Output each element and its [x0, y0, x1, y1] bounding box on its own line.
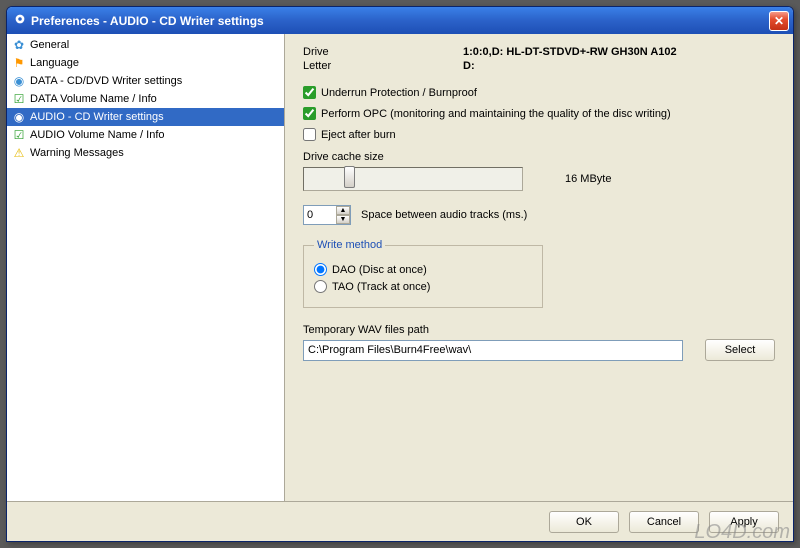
ok-button[interactable]: OK [549, 511, 619, 533]
settings-panel: Drive 1:0:0,D: HL-DT-STDVD+-RW GH30N A10… [285, 34, 793, 501]
spacing-label: Space between audio tracks (ms.) [361, 209, 527, 221]
spacing-input[interactable] [304, 206, 336, 224]
wav-path-input[interactable] [303, 340, 683, 361]
drive-value: 1:0:0,D: HL-DT-STDVD+-RW GH30N A102 [463, 46, 677, 58]
sidebar-item-label: AUDIO - CD Writer settings [30, 111, 164, 123]
check-icon: ☑ [11, 91, 27, 107]
underrun-row: Underrun Protection / Burnproof [303, 86, 775, 99]
sidebar-item-label: DATA Volume Name / Info [30, 93, 157, 105]
wav-path-label: Temporary WAV files path [303, 324, 775, 336]
dao-label: DAO (Disc at once) [332, 264, 427, 276]
dao-row: DAO (Disc at once) [314, 263, 532, 276]
dao-radio[interactable] [314, 263, 327, 276]
sidebar-item-audio-writer[interactable]: ◉ AUDIO - CD Writer settings [7, 108, 284, 126]
flag-icon: ⚑ [11, 55, 27, 71]
sidebar-item-audio-volume[interactable]: ☑ AUDIO Volume Name / Info [7, 126, 284, 144]
cache-value: 16 MByte [565, 173, 611, 185]
underrun-checkbox[interactable] [303, 86, 316, 99]
sidebar-item-label: DATA - CD/DVD Writer settings [30, 75, 182, 87]
letter-value: D: [463, 60, 475, 72]
write-method-group: Write method DAO (Disc at once) TAO (Tra… [303, 239, 543, 308]
slider-thumb-icon [344, 166, 355, 188]
disc-icon: ◉ [11, 109, 27, 125]
cancel-button[interactable]: Cancel [629, 511, 699, 533]
letter-row: Letter D: [303, 60, 775, 72]
sidebar-item-label: Warning Messages [30, 147, 124, 159]
preferences-window: Preferences - AUDIO - CD Writer settings… [6, 6, 794, 542]
content-area: ✿ General ⚑ Language ◉ DATA - CD/DVD Wri… [7, 34, 793, 501]
cache-slider-row: 16 MByte [303, 167, 775, 191]
disc-icon: ◉ [11, 73, 27, 89]
gear-icon [13, 12, 27, 29]
sidebar-item-general[interactable]: ✿ General [7, 36, 284, 54]
warning-icon: ⚠ [11, 145, 27, 161]
spin-down-button[interactable]: ▼ [336, 215, 350, 224]
write-method-legend: Write method [314, 239, 385, 251]
sidebar-item-label: General [30, 39, 69, 51]
sidebar-item-data-writer[interactable]: ◉ DATA - CD/DVD Writer settings [7, 72, 284, 90]
opc-label: Perform OPC (monitoring and maintaining … [321, 108, 671, 120]
close-button[interactable]: ✕ [769, 11, 789, 31]
cache-label: Drive cache size [303, 151, 775, 163]
eject-label: Eject after burn [321, 129, 396, 141]
sidebar: ✿ General ⚑ Language ◉ DATA - CD/DVD Wri… [7, 34, 285, 501]
tao-label: TAO (Track at once) [332, 281, 430, 293]
sidebar-item-warning[interactable]: ⚠ Warning Messages [7, 144, 284, 162]
sidebar-item-language[interactable]: ⚑ Language [7, 54, 284, 72]
apply-button[interactable]: Apply [709, 511, 779, 533]
tao-radio[interactable] [314, 280, 327, 293]
spin-up-button[interactable]: ▲ [336, 206, 350, 215]
underrun-label: Underrun Protection / Burnproof [321, 87, 477, 99]
sidebar-item-label: Language [30, 57, 79, 69]
drive-label: Drive [303, 46, 463, 58]
window-title: Preferences - AUDIO - CD Writer settings [31, 14, 769, 28]
spacing-spinner: ▲ ▼ [303, 205, 351, 225]
gear-icon: ✿ [11, 37, 27, 53]
sidebar-item-label: AUDIO Volume Name / Info [30, 129, 165, 141]
wav-path-row: Select [303, 339, 775, 361]
close-icon: ✕ [774, 14, 784, 28]
tao-row: TAO (Track at once) [314, 280, 532, 293]
spacing-row: ▲ ▼ Space between audio tracks (ms.) [303, 205, 775, 225]
check-icon: ☑ [11, 127, 27, 143]
drive-row: Drive 1:0:0,D: HL-DT-STDVD+-RW GH30N A10… [303, 46, 775, 58]
select-button[interactable]: Select [705, 339, 775, 361]
cache-slider[interactable] [303, 167, 523, 191]
opc-row: Perform OPC (monitoring and maintaining … [303, 107, 775, 120]
titlebar[interactable]: Preferences - AUDIO - CD Writer settings… [7, 7, 793, 34]
sidebar-item-data-volume[interactable]: ☑ DATA Volume Name / Info [7, 90, 284, 108]
button-bar: OK Cancel Apply [7, 501, 793, 541]
eject-row: Eject after burn [303, 128, 775, 141]
opc-checkbox[interactable] [303, 107, 316, 120]
letter-label: Letter [303, 60, 463, 72]
eject-checkbox[interactable] [303, 128, 316, 141]
